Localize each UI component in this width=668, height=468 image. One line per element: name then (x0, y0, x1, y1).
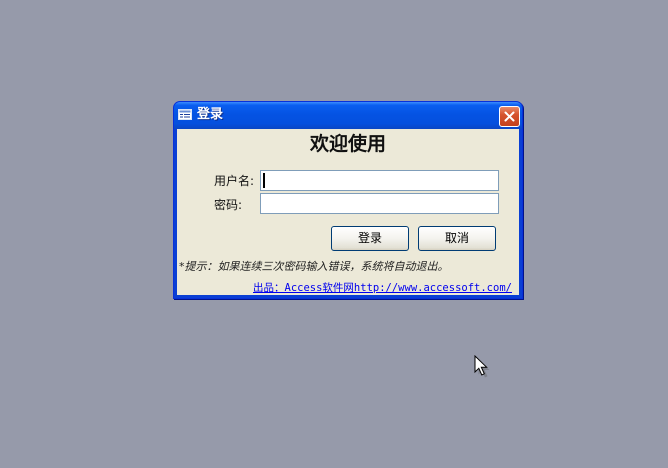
password-label: 密码: (214, 198, 243, 212)
form-window-icon (178, 109, 192, 120)
close-button[interactable] (499, 106, 520, 127)
username-label: 用户名: (214, 174, 255, 188)
desktop: 登录 欢迎使用 用户名: 密码: 登录 取消 *提示：如果连续三次密码输入错误，… (0, 0, 668, 468)
cancel-button[interactable]: 取消 (418, 226, 496, 251)
arrow-pointer-icon (474, 355, 490, 378)
login-button[interactable]: 登录 (331, 226, 409, 251)
title-bar[interactable]: 登录 (174, 102, 522, 129)
window-title: 登录 (197, 107, 224, 122)
username-input[interactable] (260, 170, 499, 191)
login-dialog: 登录 欢迎使用 用户名: 密码: 登录 取消 *提示：如果连续三次密码输入错误，… (173, 101, 523, 299)
dialog-body: 欢迎使用 用户名: 密码: 登录 取消 *提示：如果连续三次密码输入错误，系统将… (177, 129, 519, 295)
password-input[interactable] (260, 193, 499, 214)
hint-text: *提示：如果连续三次密码输入错误，系统将自动退出。 (179, 260, 449, 273)
credits-link[interactable]: 出品：Access软件网http://www.accessoft.com/ (253, 282, 512, 295)
close-icon (504, 111, 515, 122)
welcome-heading: 欢迎使用 (309, 133, 386, 155)
text-caret (263, 173, 265, 188)
